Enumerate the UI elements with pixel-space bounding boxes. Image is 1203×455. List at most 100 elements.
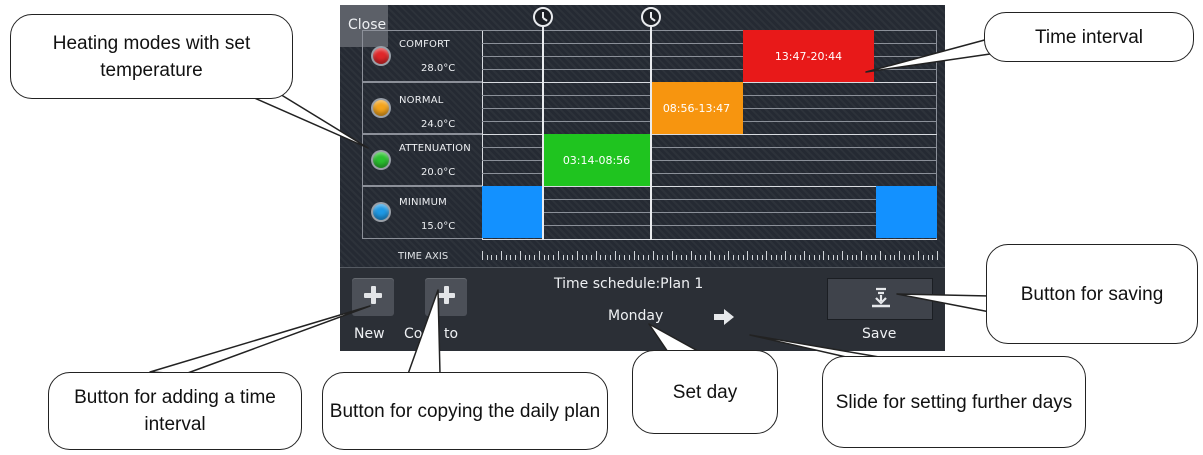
mode-normal[interactable]: NORMAL 24.0°C xyxy=(362,82,482,134)
axis-tick xyxy=(827,255,829,260)
mode-name: NORMAL xyxy=(399,95,444,106)
arrow-right-icon[interactable] xyxy=(713,308,735,326)
axis-tick xyxy=(766,251,768,260)
axis-tick xyxy=(861,251,863,260)
comfort-indicator-icon xyxy=(373,48,389,64)
axis-tick xyxy=(662,255,664,260)
axis-tick xyxy=(491,255,493,260)
clock-icon[interactable] xyxy=(641,7,661,27)
axis-tick xyxy=(609,255,611,260)
axis-tick xyxy=(780,255,782,260)
axis-tick xyxy=(624,255,626,260)
axis-tick xyxy=(676,255,678,260)
axis-tick xyxy=(595,251,597,260)
callout-tail xyxy=(149,305,371,375)
axis-tick xyxy=(500,251,502,260)
callout-add-interval: Button for adding a time interval xyxy=(48,372,302,450)
grid-line xyxy=(482,199,937,200)
time-axis-label: TIME AXIS xyxy=(398,251,449,262)
axis-tick xyxy=(700,255,702,260)
minimum-indicator-icon xyxy=(373,204,389,220)
axis-tick xyxy=(842,251,844,260)
axis-tick xyxy=(742,255,744,260)
axis-tick xyxy=(515,255,517,260)
axis-tick xyxy=(638,255,640,260)
axis-tick xyxy=(846,255,848,260)
callout-slide-days: Slide for setting further days xyxy=(822,356,1086,448)
new-label: New xyxy=(354,326,385,342)
time-slider-line[interactable] xyxy=(650,10,652,240)
axis-tick xyxy=(723,255,725,260)
axis-tick xyxy=(809,255,811,260)
axis-tick xyxy=(671,251,673,260)
axis-tick xyxy=(685,255,687,260)
axis-tick xyxy=(747,251,749,260)
callout-save-button: Button for saving xyxy=(986,244,1198,344)
axis-tick xyxy=(548,255,550,260)
axis-tick xyxy=(704,255,706,260)
axis-tick xyxy=(633,251,635,260)
axis-tick xyxy=(718,255,720,260)
axis-tick xyxy=(756,255,758,260)
mode-minimum[interactable]: MINIMUM 15.0°C xyxy=(362,186,482,239)
callout-time-interval: Time interval xyxy=(984,12,1194,62)
axis-tick xyxy=(913,255,915,260)
callout-set-day: Set day xyxy=(632,350,778,434)
copy-to-button[interactable] xyxy=(425,278,467,316)
interval-comfort[interactable]: 13:47-20:44 xyxy=(743,30,874,82)
axis-tick xyxy=(586,255,588,260)
day-selector[interactable]: Monday xyxy=(608,308,663,324)
plus-icon xyxy=(437,286,455,304)
axis-tick xyxy=(496,255,498,260)
axis-tick xyxy=(794,255,796,260)
axis-tick xyxy=(903,255,905,260)
axis-tick xyxy=(534,255,536,260)
axis-tick xyxy=(538,251,540,260)
axis-tick xyxy=(899,251,901,260)
axis-tick xyxy=(714,255,716,260)
row-separator xyxy=(482,239,937,240)
axis-tick xyxy=(728,251,730,260)
axis-tick xyxy=(681,255,683,260)
axis-tick xyxy=(870,255,872,260)
axis-tick xyxy=(690,251,692,260)
axis-tick xyxy=(908,255,910,260)
save-button[interactable] xyxy=(827,278,933,320)
callout-copy-plan: Button for copying the daily plan xyxy=(322,372,608,450)
axis-tick xyxy=(790,255,792,260)
axis-tick xyxy=(761,255,763,260)
interval-minimum-end[interactable] xyxy=(876,186,937,238)
axis-tick xyxy=(918,251,920,260)
axis-tick xyxy=(837,255,839,260)
time-slider-line[interactable] xyxy=(542,10,544,240)
attenuation-indicator-icon xyxy=(373,152,389,168)
axis-tick xyxy=(505,255,507,260)
axis-tick xyxy=(695,255,697,260)
axis-tick xyxy=(804,251,806,260)
axis-tick xyxy=(832,255,834,260)
axis-tick xyxy=(799,255,801,260)
bottom-toolbar: New Copy to Time schedule:Plan 1 Monday … xyxy=(340,267,945,351)
interval-normal[interactable]: 08:56-13:47 xyxy=(650,82,743,134)
mode-attenuation[interactable]: ATTENUATION 20.0°C xyxy=(362,134,482,186)
axis-tick xyxy=(567,255,569,260)
axis-tick xyxy=(666,255,668,260)
new-interval-button[interactable] xyxy=(352,278,394,316)
grid-line xyxy=(482,225,937,226)
axis-tick xyxy=(581,255,583,260)
clock-icon[interactable] xyxy=(533,7,553,27)
axis-tick xyxy=(709,251,711,260)
mode-temp: 15.0°C xyxy=(421,221,456,232)
axis-tick xyxy=(652,251,654,260)
heating-schedule-screen: Close COMFORT 28.0°C NORMAL 24.0°C ATTEN… xyxy=(340,5,945,351)
axis-tick xyxy=(628,255,630,260)
axis-tick xyxy=(643,255,645,260)
axis-tick xyxy=(775,255,777,260)
mode-comfort[interactable]: COMFORT 28.0°C xyxy=(362,30,482,82)
interval-minimum-start[interactable] xyxy=(482,186,543,238)
axis-tick xyxy=(932,255,934,260)
axis-tick xyxy=(657,255,659,260)
axis-tick xyxy=(752,255,754,260)
grid-line xyxy=(482,212,937,213)
interval-attenuation[interactable]: 03:14-08:56 xyxy=(543,134,650,186)
